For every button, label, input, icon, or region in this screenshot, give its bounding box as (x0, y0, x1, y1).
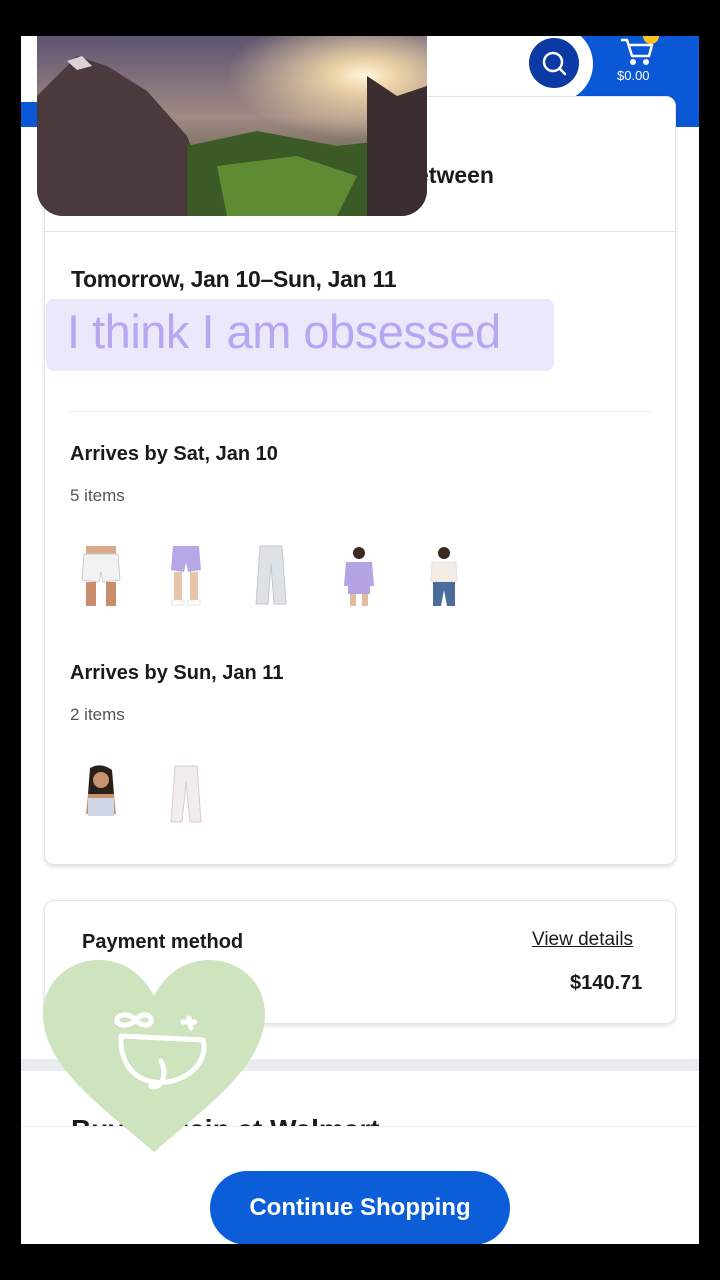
landscape-photo-sticker (37, 36, 427, 216)
cart-icon[interactable] (611, 36, 661, 96)
group-title: Arrives by Sat, Jan 10 (70, 443, 278, 465)
continue-shopping-button[interactable]: Continue Shopping (210, 1171, 510, 1244)
view-details-link[interactable]: View details (532, 929, 633, 951)
whale-heart-sticker (43, 960, 265, 1152)
payment-total: $140.71 (570, 972, 643, 994)
group-item-count: 2 items (70, 705, 125, 724)
cart-total: $0.00 (617, 68, 650, 83)
product-thumbnail[interactable] (161, 544, 211, 608)
product-thumbnail[interactable] (246, 544, 296, 608)
search-icon (542, 51, 567, 76)
search-button[interactable] (529, 38, 579, 88)
delivery-date-range: Tomorrow, Jan 10–Sun, Jan 11 (71, 266, 397, 292)
payment-method-label: Payment method (82, 931, 244, 953)
product-thumbnail[interactable] (76, 544, 126, 608)
product-thumbnail[interactable] (161, 764, 211, 828)
divider (69, 411, 651, 412)
caption-overlay-text: I think I am obsessed (67, 305, 501, 358)
product-thumbnail[interactable] (419, 544, 469, 608)
product-thumbnail[interactable] (76, 764, 126, 828)
app-screen: $0.00 etween Tomorrow, Jan 10–Sun, Jan 1… (21, 36, 699, 1244)
group-title: Arrives by Sun, Jan 11 (70, 662, 284, 684)
divider (45, 231, 675, 232)
delivery-heading: etween (416, 162, 494, 188)
product-thumbnail[interactable] (334, 544, 384, 608)
group-item-count: 5 items (70, 486, 125, 505)
